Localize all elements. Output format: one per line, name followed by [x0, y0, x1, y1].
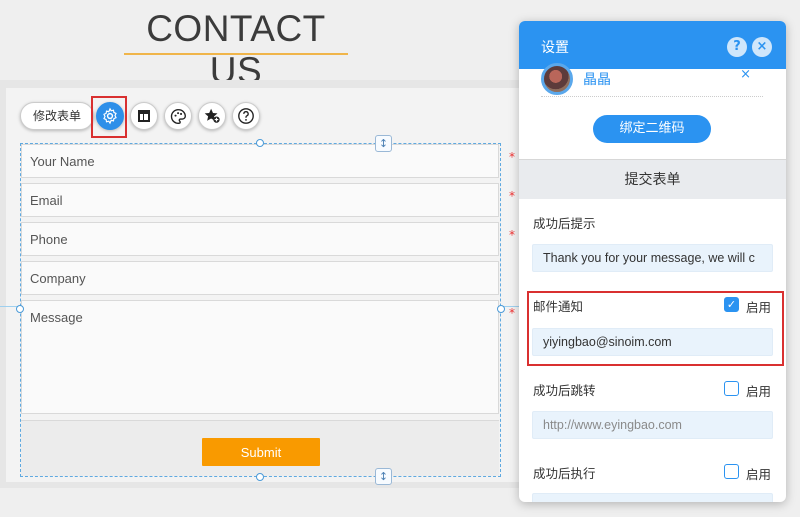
selection-handle[interactable] [16, 305, 24, 313]
bind-qrcode-button[interactable]: 绑定二维码 [593, 115, 711, 143]
required-mark: * [509, 189, 515, 203]
checkbox-icon[interactable] [724, 464, 739, 479]
close-icon[interactable]: × [752, 37, 772, 57]
success-tip-label: 成功后提示 [533, 216, 596, 231]
required-mark: * [509, 228, 515, 242]
selection-handle[interactable] [256, 473, 264, 481]
execute-label: 成功后执行 [533, 466, 596, 481]
redirect-url-input[interactable]: http://www.eyingbao.com [532, 411, 773, 439]
execute-input[interactable] [532, 493, 773, 502]
help-icon[interactable]: ? [727, 37, 747, 57]
resize-bottom-handle[interactable]: ↕ [375, 468, 392, 485]
account-name: 晶晶 [583, 72, 611, 88]
required-mark: * [509, 306, 515, 320]
resize-top-handle[interactable]: ↕ [375, 135, 392, 152]
panel-title: 设置 [541, 40, 569, 56]
edit-form-button[interactable]: 修改表单 [20, 102, 94, 130]
remove-account-icon[interactable]: × [740, 67, 751, 82]
title-underline [124, 53, 348, 55]
section-header: 提交表单 [519, 159, 786, 199]
enable-label: 启用 [746, 467, 772, 482]
redirect-label: 成功后跳转 [533, 383, 596, 398]
help-icon[interactable] [232, 102, 260, 130]
panel-header: 设置 ? × [519, 21, 786, 69]
star-add-icon[interactable] [198, 102, 226, 130]
email-highlight-box [527, 291, 784, 366]
selection-handle[interactable] [256, 139, 264, 147]
avatar [541, 63, 573, 95]
palette-icon[interactable] [164, 102, 192, 130]
required-mark: * [509, 150, 515, 164]
enable-label: 启用 [746, 384, 772, 399]
checkbox-icon[interactable] [724, 381, 739, 396]
settings-panel: 设置 ? × 晶晶 × 绑定二维码 提交表单 成功后提示 Thank you f… [519, 21, 786, 502]
selection-handle[interactable] [497, 305, 505, 313]
layout-icon[interactable] [130, 102, 158, 130]
gear-highlight-box [91, 96, 127, 138]
selection-outline [20, 143, 501, 477]
success-tip-input[interactable]: Thank you for your message, we will c [532, 244, 773, 272]
account-row: 晶晶 × [541, 63, 763, 97]
